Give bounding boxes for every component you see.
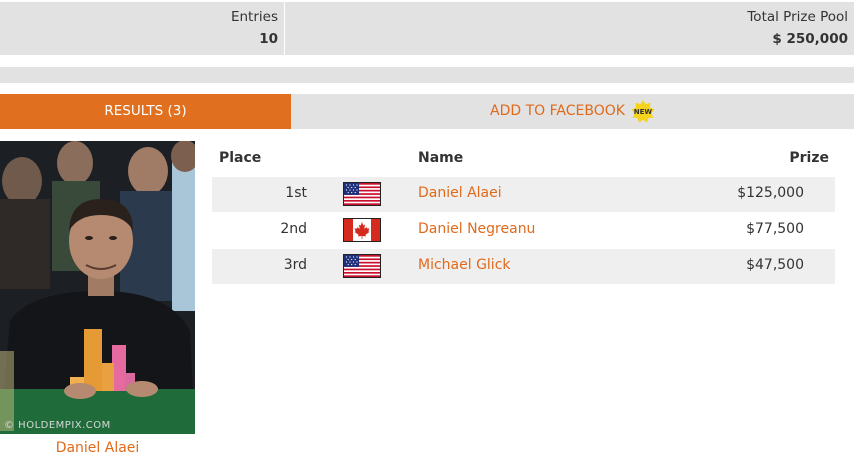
player-name-link[interactable]: Daniel Negreanu bbox=[418, 221, 535, 237]
entries-label: Entries bbox=[230, 9, 278, 25]
tab-bar: RESULTS (3) ADD TO FACEBOOK NEW bbox=[0, 94, 854, 129]
prize-cell: $77,500 bbox=[746, 221, 804, 237]
new-badge: NEW bbox=[631, 99, 655, 124]
new-badge-label: NEW bbox=[633, 107, 653, 116]
table-row: 2nd Daniel Negreanu $77,500 bbox=[212, 213, 835, 248]
table-row: 1st Daniel Alaei $125,000 bbox=[212, 177, 835, 212]
us-flag-icon bbox=[343, 254, 381, 278]
player-name-link[interactable]: Daniel Alaei bbox=[418, 185, 502, 201]
results-table: Place Name Prize 1st Daniel Alaei $125,0… bbox=[212, 141, 835, 285]
tab-results[interactable]: RESULTS (3) bbox=[0, 94, 291, 129]
player-name-link[interactable]: Michael Glick bbox=[418, 257, 511, 273]
place-cell: 1st bbox=[285, 185, 307, 201]
tournament-stats-bar: Entries 10 Total Prize Pool $ 250,000 bbox=[0, 2, 854, 55]
header-prize: Prize bbox=[789, 150, 829, 166]
prize-pool-value: $ 250,000 bbox=[772, 31, 848, 47]
place-cell: 3rd bbox=[283, 257, 307, 273]
entries-stat: Entries 10 bbox=[0, 2, 285, 55]
photo-watermark: © HOLDEMPIX.COM bbox=[4, 420, 111, 431]
prize-cell: $47,500 bbox=[746, 257, 804, 273]
winner-name-link[interactable]: Daniel Alaei bbox=[0, 440, 195, 456]
prize-pool-stat: Total Prize Pool $ 250,000 bbox=[286, 2, 854, 55]
table-header: Place Name Prize bbox=[212, 141, 835, 177]
header-name: Name bbox=[418, 150, 464, 166]
winner-photo: © HOLDEMPIX.COM bbox=[0, 141, 195, 434]
table-row: 3rd Michael Glick $47,500 bbox=[212, 249, 835, 284]
prize-cell: $125,000 bbox=[737, 185, 804, 201]
us-flag-icon bbox=[343, 182, 381, 206]
canada-flag-icon bbox=[343, 218, 381, 242]
divider-bar bbox=[0, 67, 854, 83]
tab-add-to-facebook[interactable]: ADD TO FACEBOOK NEW bbox=[291, 94, 854, 129]
place-cell: 2nd bbox=[280, 221, 307, 237]
entries-value: 10 bbox=[259, 31, 278, 47]
header-place: Place bbox=[219, 150, 262, 166]
prize-pool-label: Total Prize Pool bbox=[747, 9, 848, 25]
add-to-facebook-label: ADD TO FACEBOOK bbox=[490, 103, 625, 119]
